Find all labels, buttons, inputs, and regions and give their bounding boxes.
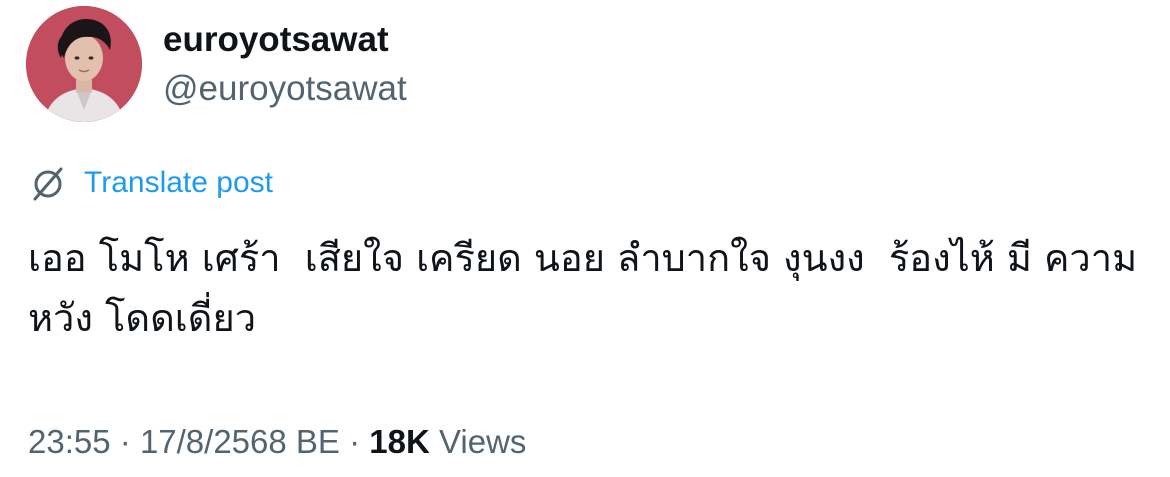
post-meta: 23:55 · 17/8/2568 BE · 18K Views [28, 420, 526, 464]
avatar-image [26, 6, 142, 122]
post-date[interactable]: 17/8/2568 BE [140, 423, 340, 460]
avatar[interactable] [26, 6, 142, 122]
post-time[interactable]: 23:55 [28, 423, 111, 460]
views-label: Views [439, 423, 527, 460]
author-display-name[interactable]: euroyotsawat [163, 18, 389, 62]
author-handle[interactable]: @euroyotsawat [163, 67, 407, 111]
views-count[interactable]: 18K [369, 423, 430, 460]
meta-separator: · [349, 423, 361, 460]
post-text: เออ โมโห เศร้า เสียใจ เครียด นอย ลำบากใจ… [28, 236, 1138, 340]
translate-post-label: Translate post [84, 166, 273, 199]
meta-separator: · [119, 423, 131, 460]
translate-post-button[interactable]: Translate post [28, 163, 273, 203]
translate-globe-icon [33, 167, 63, 201]
